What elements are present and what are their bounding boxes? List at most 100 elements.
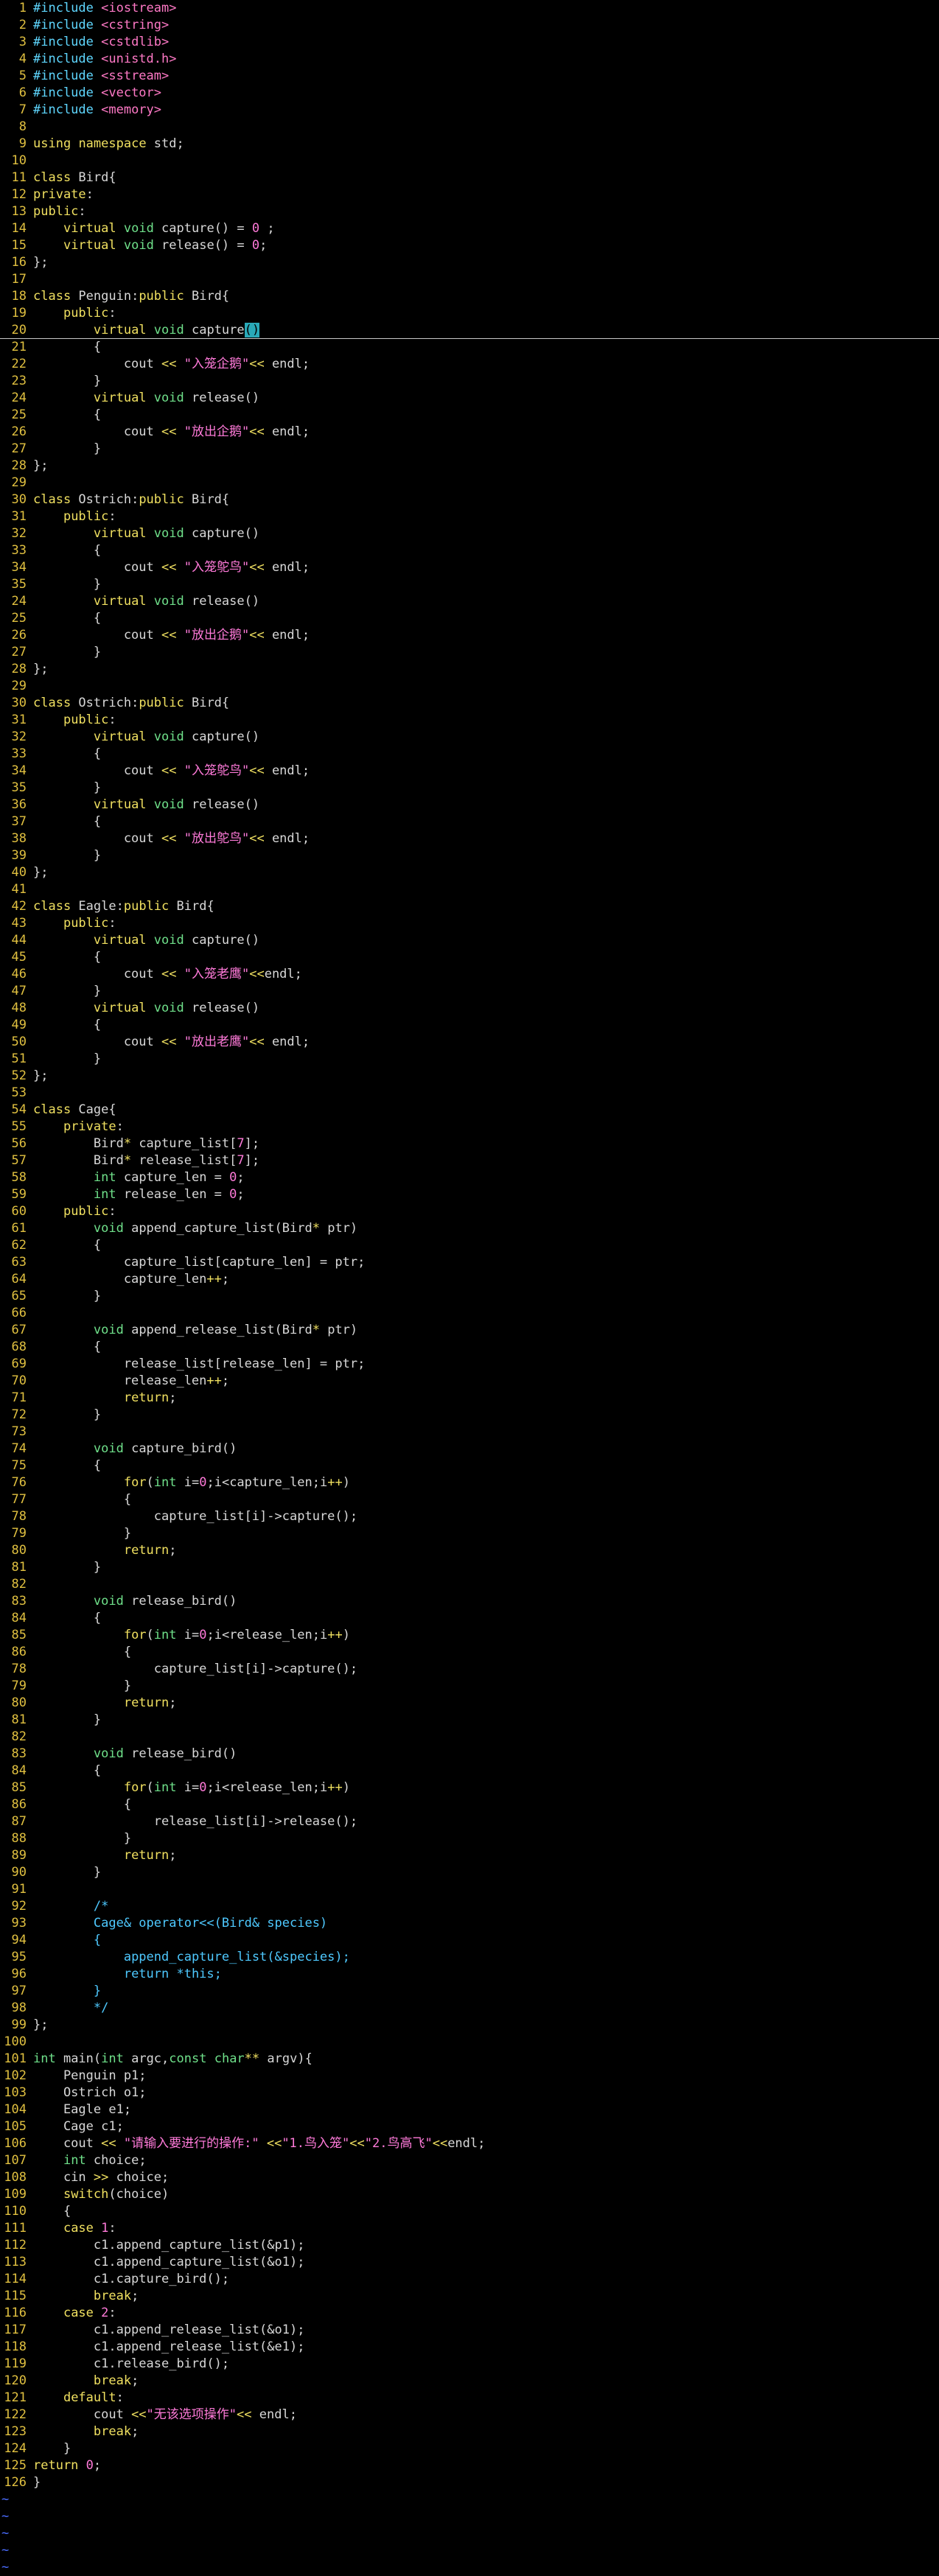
code-text[interactable]: cout << "入笼鸵鸟"<< endl; bbox=[33, 763, 310, 778]
code-text[interactable]: return *this; bbox=[33, 1967, 222, 1981]
code-line[interactable]: 66 bbox=[0, 1305, 939, 1322]
code-line[interactable]: 124 } bbox=[0, 2440, 939, 2457]
code-text[interactable]: #include <cstdlib> bbox=[33, 35, 169, 49]
code-line[interactable]: 8 bbox=[0, 119, 939, 136]
code-line[interactable]: 97 } bbox=[0, 1983, 939, 2000]
code-line[interactable]: 39 } bbox=[0, 847, 939, 864]
code-line[interactable]: 35 } bbox=[0, 576, 939, 593]
code-line[interactable]: 92 /* bbox=[0, 1898, 939, 1915]
code-text[interactable]: { bbox=[33, 1018, 101, 1032]
code-line[interactable]: 33 { bbox=[0, 746, 939, 763]
code-text[interactable]: } bbox=[33, 2441, 71, 2456]
code-line[interactable]: 20 virtual void capture() bbox=[0, 322, 939, 339]
code-text[interactable]: case 1: bbox=[33, 2221, 116, 2236]
code-text[interactable]: c1.capture_bird(); bbox=[33, 2272, 229, 2286]
code-text[interactable]: { bbox=[33, 1611, 101, 1625]
code-text[interactable]: void append_capture_list(Bird* ptr) bbox=[33, 1221, 357, 1236]
code-line[interactable]: 72 } bbox=[0, 1407, 939, 1424]
code-text[interactable]: cout << "放出老鹰"<< endl; bbox=[33, 1035, 310, 1049]
code-text[interactable]: { bbox=[33, 340, 101, 354]
code-line[interactable]: 67 void append_release_list(Bird* ptr) bbox=[0, 1322, 939, 1339]
code-line[interactable]: 94 { bbox=[0, 1932, 939, 1949]
code-line[interactable]: 83 void release_bird() bbox=[0, 1593, 939, 1610]
code-line[interactable]: 79 } bbox=[0, 1678, 939, 1695]
code-text[interactable]: cout << "入笼老鹰"<<endl; bbox=[33, 967, 302, 981]
code-line[interactable]: 81 } bbox=[0, 1712, 939, 1729]
code-text[interactable]: c1.append_release_list(&e1); bbox=[33, 2339, 305, 2354]
code-line[interactable]: 61 void append_capture_list(Bird* ptr) bbox=[0, 1220, 939, 1237]
code-text[interactable]: void capture_bird() bbox=[33, 1441, 237, 1456]
code-text[interactable]: cout << "放出企鹅"<< endl; bbox=[33, 628, 310, 643]
code-line[interactable]: 112 c1.append_capture_list(&p1); bbox=[0, 2237, 939, 2254]
code-text[interactable]: }; bbox=[33, 255, 48, 270]
code-line[interactable]: 71 return; bbox=[0, 1390, 939, 1407]
code-text[interactable]: case 2: bbox=[33, 2306, 116, 2320]
code-line[interactable]: 82 bbox=[0, 1576, 939, 1593]
code-text[interactable]: for(int i=0;i<release_len;i++) bbox=[33, 1780, 350, 1795]
code-text[interactable]: #include <cstring> bbox=[33, 18, 169, 32]
code-text[interactable]: cout << "入笼鸵鸟"<< endl; bbox=[33, 560, 310, 575]
code-text[interactable]: class Bird{ bbox=[33, 170, 116, 185]
code-text[interactable]: /* bbox=[33, 1899, 108, 1914]
code-text[interactable]: */ bbox=[33, 2001, 108, 2015]
code-line[interactable]: 89 return; bbox=[0, 1847, 939, 1864]
code-line[interactable]: 69 release_list[release_len] = ptr; bbox=[0, 1356, 939, 1373]
code-text[interactable]: cout << "放出鸵鸟"<< endl; bbox=[33, 831, 310, 846]
code-line[interactable]: 15 virtual void release() = 0; bbox=[0, 237, 939, 254]
vim-editor[interactable]: 1 #include <iostream> 2 #include <cstring> 3… bbox=[0, 0, 939, 2576]
code-text[interactable]: public: bbox=[33, 916, 116, 931]
code-line[interactable]: 65 } bbox=[0, 1288, 939, 1305]
code-line[interactable]: 5 #include <sstream> bbox=[0, 68, 939, 85]
code-line[interactable]: 32 virtual void capture() bbox=[0, 729, 939, 746]
code-line[interactable]: 21 { bbox=[0, 339, 939, 356]
code-line[interactable]: 30 class Ostrich:public Bird{ bbox=[0, 695, 939, 712]
code-line[interactable]: 41 bbox=[0, 881, 939, 898]
code-text[interactable]: void release_bird() bbox=[33, 1746, 237, 1761]
code-line[interactable]: 99}; bbox=[0, 2017, 939, 2034]
code-text[interactable]: { bbox=[33, 746, 101, 761]
code-line[interactable]: 79 } bbox=[0, 1525, 939, 1542]
code-line[interactable]: 70 release_len++; bbox=[0, 1373, 939, 1390]
code-line[interactable]: 75 { bbox=[0, 1457, 939, 1474]
code-line[interactable]: 6 #include <vector> bbox=[0, 85, 939, 102]
code-line[interactable]: 85 for(int i=0;i<release_len;i++) bbox=[0, 1627, 939, 1644]
code-text[interactable]: return; bbox=[33, 1695, 177, 1710]
code-line[interactable]: 74 void capture_bird() bbox=[0, 1441, 939, 1457]
code-text[interactable]: void release_bird() bbox=[33, 1594, 237, 1609]
code-text[interactable]: for(int i=0;i<capture_len;i++) bbox=[33, 1475, 350, 1490]
code-text[interactable]: } bbox=[33, 780, 101, 795]
code-text[interactable]: public: bbox=[33, 204, 86, 219]
code-line[interactable]: 29 bbox=[0, 678, 939, 695]
code-line[interactable]: 98 */ bbox=[0, 2000, 939, 2017]
code-line[interactable]: 81 } bbox=[0, 1559, 939, 1576]
code-text[interactable]: #include <vector> bbox=[33, 85, 161, 100]
code-line[interactable]: 34 cout << "入笼鸵鸟"<< endl; bbox=[0, 763, 939, 780]
code-text[interactable]: virtual void capture() bbox=[33, 933, 259, 948]
code-line[interactable]: 24 virtual void release() bbox=[0, 390, 939, 407]
code-text[interactable]: virtual void release() bbox=[33, 797, 259, 812]
code-text[interactable]: #include <sstream> bbox=[33, 69, 169, 83]
code-text[interactable]: { bbox=[33, 543, 101, 558]
code-text[interactable]: } bbox=[33, 1051, 101, 1066]
code-text[interactable]: release_list[release_len] = ptr; bbox=[33, 1357, 366, 1371]
code-text[interactable]: } bbox=[33, 1526, 131, 1541]
code-line[interactable]: 35 } bbox=[0, 780, 939, 797]
code-text[interactable]: { bbox=[33, 1763, 101, 1778]
code-text[interactable]: default: bbox=[33, 2390, 124, 2405]
code-line[interactable]: 9 using namespace std; bbox=[0, 136, 939, 153]
code-text[interactable]: }; bbox=[33, 458, 48, 473]
code-line[interactable]: 28}; bbox=[0, 661, 939, 678]
code-text[interactable]: cin >> choice; bbox=[33, 2170, 169, 2185]
code-line[interactable]: 2 #include <cstring> bbox=[0, 17, 939, 34]
code-line[interactable]: 116 case 2: bbox=[0, 2305, 939, 2322]
code-text[interactable]: int capture_len = 0; bbox=[33, 1170, 245, 1185]
code-line[interactable]: 33 { bbox=[0, 542, 939, 559]
code-line[interactable]: 125 return 0; bbox=[0, 2457, 939, 2474]
code-line[interactable]: 43 public: bbox=[0, 915, 939, 932]
code-line[interactable]: 63 capture_list[capture_len] = ptr; bbox=[0, 1254, 939, 1271]
code-text[interactable]: } bbox=[33, 1865, 101, 1880]
code-line[interactable]: 83 void release_bird() bbox=[0, 1746, 939, 1763]
code-line[interactable]: 86 { bbox=[0, 1644, 939, 1661]
code-text[interactable]: release_len++; bbox=[33, 1373, 229, 1388]
code-text[interactable]: for(int i=0;i<release_len;i++) bbox=[33, 1628, 350, 1642]
